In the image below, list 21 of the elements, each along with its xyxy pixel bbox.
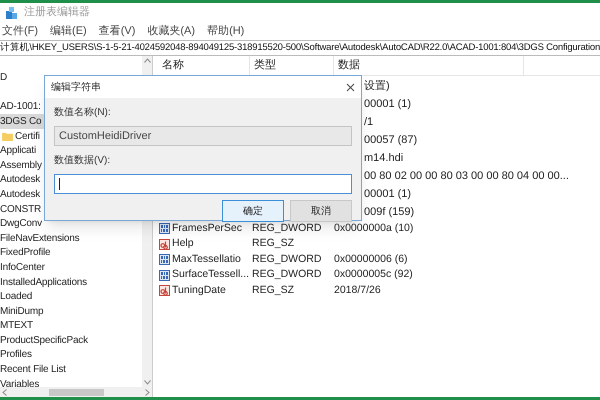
value-data: 2018/7/26 — [334, 282, 381, 298]
value-type: REG_SZ — [252, 236, 296, 252]
window-title: 注册表编辑器 — [24, 4, 90, 20]
value-type: REG_DWORD — [252, 252, 322, 267]
value-data: 0x00000006 (6) — [334, 252, 408, 267]
field-label: 数值名称(N): — [54, 106, 112, 120]
field-label: 数值数据(V): — [54, 154, 112, 168]
value-data: 00057 (87) — [364, 132, 418, 148]
value-data: 00001 (1) — [364, 186, 412, 202]
value-data: m14.hdi — [364, 150, 404, 166]
value-data: 009f (159) — [364, 204, 414, 220]
value-data: 0x0000005c (92) — [334, 267, 413, 282]
value-data: 设置) — [364, 78, 390, 94]
dialog-title: 编辑字符串 — [51, 80, 101, 94]
value-data: 00001 (1) — [364, 96, 412, 112]
value-data: 00 80 02 00 00 80 03 00 00 80 04 00 00... — [364, 168, 569, 184]
value-type: REG_DWORD — [252, 220, 322, 236]
value-type: REG_SZ — [252, 282, 296, 298]
value-data: 0x0000000a (10) — [334, 220, 414, 236]
value-type: REG_DWORD — [252, 267, 322, 282]
value-data: /1 — [364, 114, 374, 130]
